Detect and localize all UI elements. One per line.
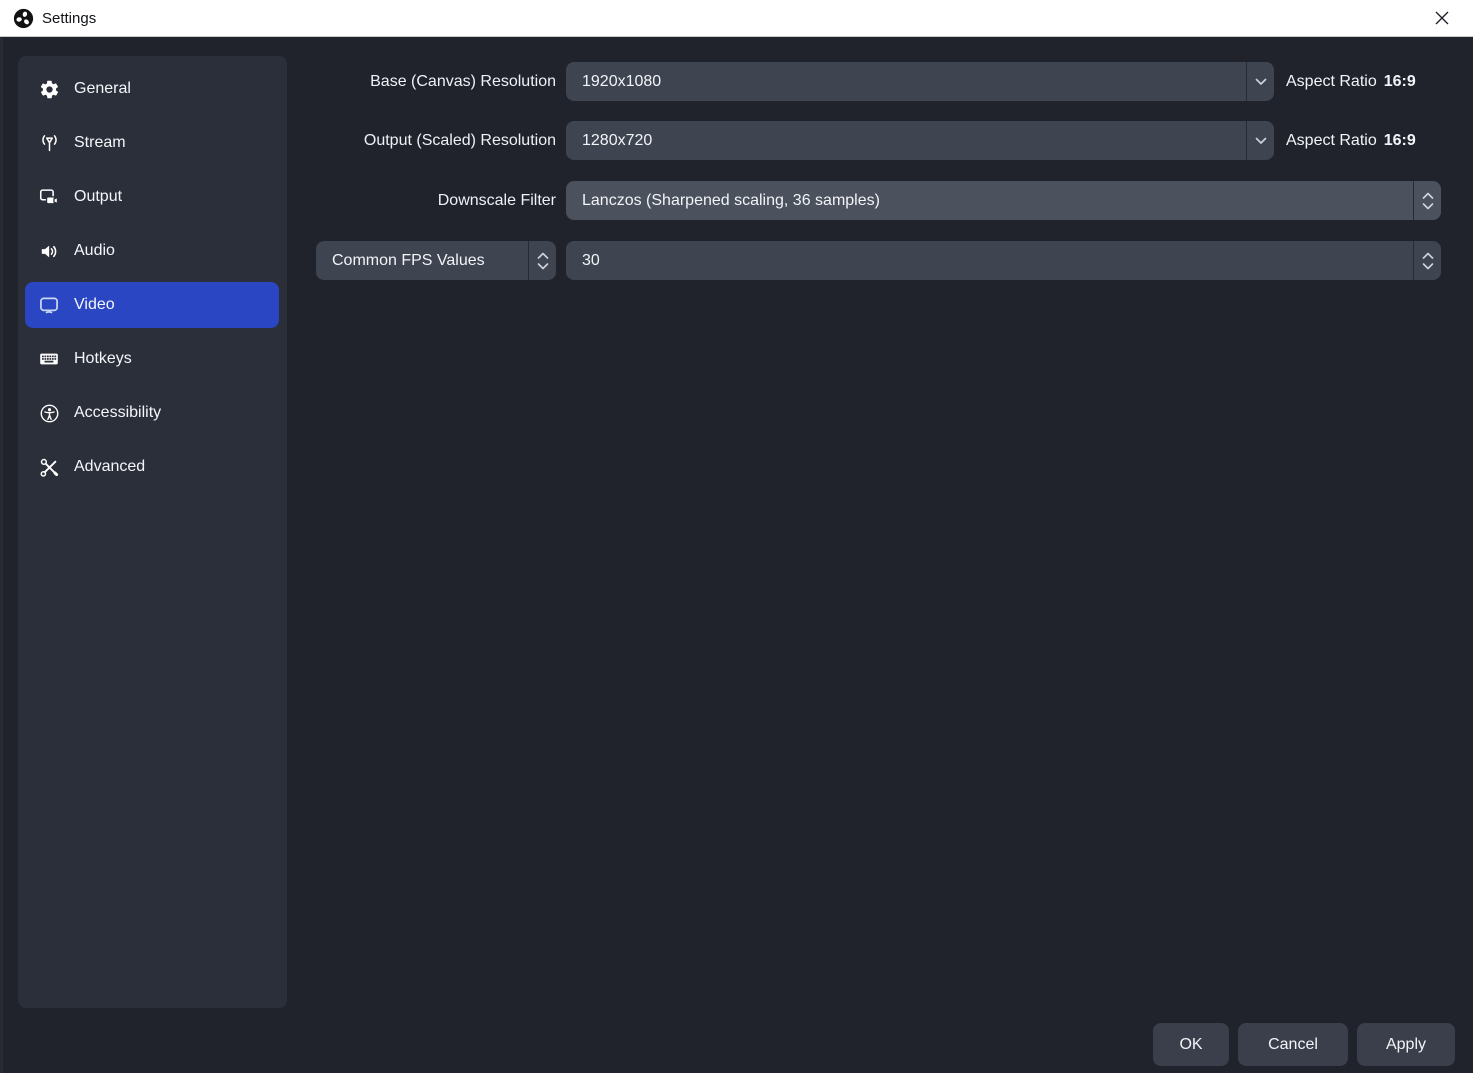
sidebar-item-label: Audio bbox=[74, 242, 115, 259]
fps-type-select[interactable]: Common FPS Values bbox=[316, 241, 556, 280]
accessibility-icon bbox=[38, 402, 60, 424]
settings-window: { "window": { "title": "Settings" }, "si… bbox=[0, 0, 1473, 1073]
base-resolution-label: Base (Canvas) Resolution bbox=[370, 73, 556, 90]
cancel-button[interactable]: Cancel bbox=[1238, 1023, 1348, 1066]
close-button[interactable] bbox=[1421, 0, 1463, 36]
fps-value-select[interactable]: 30 bbox=[566, 241, 1441, 280]
sidebar-item-advanced[interactable]: Advanced bbox=[25, 444, 279, 490]
aspect-ratio-value: 16:9 bbox=[1383, 73, 1416, 90]
sidebar-item-label: Video bbox=[74, 296, 115, 313]
chevron-down-icon[interactable] bbox=[1246, 62, 1274, 101]
speaker-icon bbox=[38, 240, 60, 262]
monitor-icon bbox=[38, 294, 60, 316]
sidebar-item-label: Hotkeys bbox=[74, 350, 132, 367]
sidebar-item-audio[interactable]: Audio bbox=[25, 228, 279, 274]
obs-logo-icon bbox=[13, 8, 34, 29]
sidebar-item-hotkeys[interactable]: Hotkeys bbox=[25, 336, 279, 382]
output-resolution-label: Output (Scaled) Resolution bbox=[363, 132, 556, 149]
sidebar-item-accessibility[interactable]: Accessibility bbox=[25, 390, 279, 436]
output-aspect-ratio: Aspect Ratio 16:9 bbox=[1286, 121, 1416, 160]
keyboard-icon bbox=[38, 348, 60, 370]
titlebar: Settings bbox=[0, 0, 1473, 37]
aspect-ratio-value: 16:9 bbox=[1383, 132, 1416, 149]
window-title: Settings bbox=[42, 9, 97, 27]
close-icon bbox=[1435, 11, 1449, 25]
tools-icon bbox=[38, 456, 60, 478]
downscale-filter-select[interactable]: Lanczos (Sharpened scaling, 36 samples) bbox=[566, 181, 1441, 220]
sidebar-item-label: Accessibility bbox=[74, 404, 162, 421]
output-resolution-combobox[interactable]: 1280x720 bbox=[566, 121, 1274, 160]
fps-type-value: Common FPS Values bbox=[332, 251, 485, 269]
spinner-arrows-icon[interactable] bbox=[1413, 241, 1441, 280]
downscale-filter-label: Downscale Filter bbox=[437, 192, 556, 209]
aspect-ratio-label: Aspect Ratio bbox=[1286, 132, 1377, 149]
output-resolution-value: 1280x720 bbox=[582, 131, 653, 149]
base-resolution-combobox[interactable]: 1920x1080 bbox=[566, 62, 1274, 101]
ok-button[interactable]: OK bbox=[1153, 1023, 1229, 1066]
base-aspect-ratio: Aspect Ratio 16:9 bbox=[1286, 62, 1416, 101]
sidebar-item-label: Advanced bbox=[74, 458, 146, 475]
apply-button[interactable]: Apply bbox=[1357, 1023, 1455, 1066]
chevron-down-icon[interactable] bbox=[1246, 121, 1274, 160]
spinner-arrows-icon[interactable] bbox=[1413, 181, 1441, 220]
fps-value: 30 bbox=[582, 251, 600, 269]
base-resolution-value: 1920x1080 bbox=[582, 72, 662, 90]
spinner-arrows-icon[interactable] bbox=[528, 241, 556, 280]
sidebar-item-video[interactable]: Video bbox=[25, 282, 279, 328]
aspect-ratio-label: Aspect Ratio bbox=[1286, 73, 1377, 90]
downscale-filter-value: Lanczos (Sharpened scaling, 36 samples) bbox=[582, 191, 880, 209]
